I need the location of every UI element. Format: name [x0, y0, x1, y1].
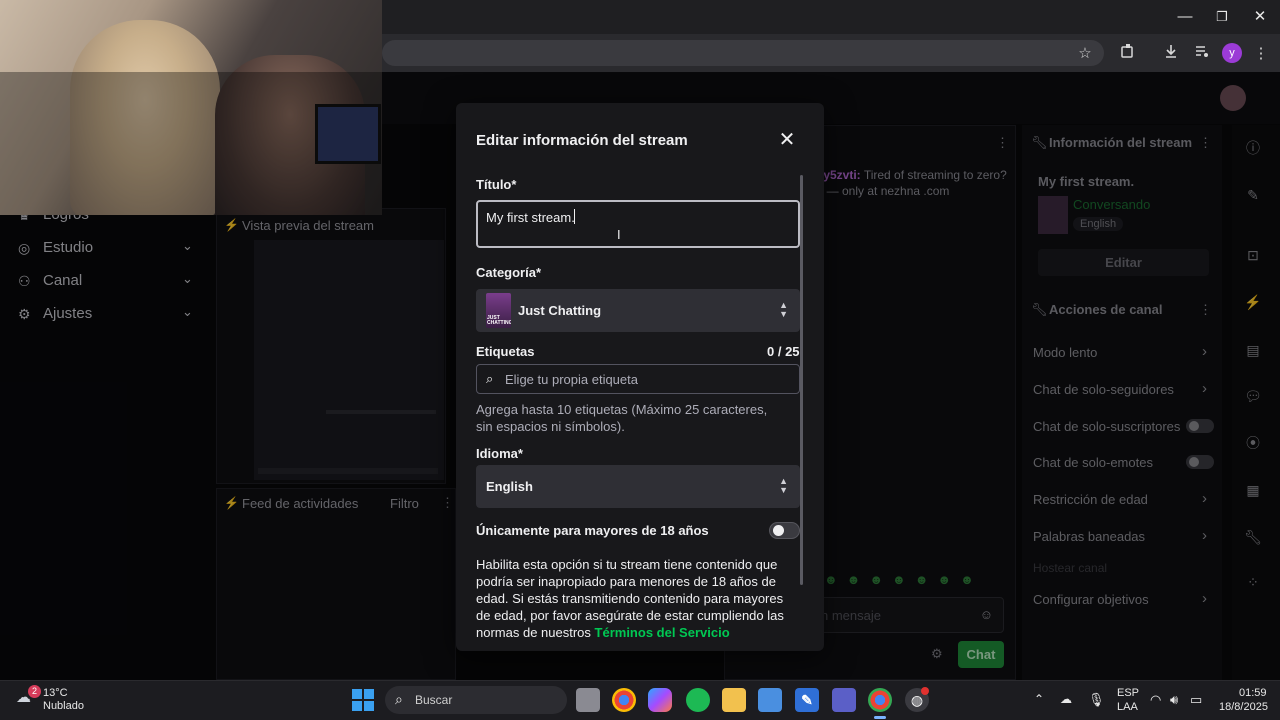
category-select[interactable]: JUST CHATTING Just Chatting ▲ ▼ [476, 289, 800, 332]
mature-help-text: Habilita esta opción si tu stream tiene … [476, 556, 800, 641]
language-select[interactable]: English ▲ ▼ [476, 465, 800, 508]
category-label: Categoría* [476, 265, 542, 280]
tags-help-text: Agrega hasta 10 etiquetas (Máximo 25 car… [476, 402, 768, 434]
search-icon: ⌕ [486, 371, 494, 386]
edit-stream-info-modal: Editar información del stream ✕ Título* … [456, 103, 824, 651]
title-label: Título* [476, 177, 517, 192]
mature-label: Únicamente para mayores de 18 años [476, 523, 709, 538]
search-icon: ⌕ [395, 691, 403, 707]
media-controls-icon[interactable] [1191, 43, 1213, 65]
pen-app-icon[interactable]: ✎ [795, 688, 819, 712]
close-icon[interactable]: ✕ [776, 129, 798, 151]
chrome-profile-icon[interactable] [868, 688, 892, 712]
tags-input[interactable]: ⌕ Elige tu propia etiqueta [476, 364, 800, 394]
chrome-icon[interactable] [612, 688, 636, 712]
text-cursor [574, 209, 575, 224]
download-icon[interactable] [1160, 43, 1182, 65]
select-arrows-icon: ▲ ▼ [779, 300, 788, 319]
bookmark-star-icon[interactable]: ☆ [1074, 43, 1096, 65]
close-window-button[interactable]: ✕ [1249, 6, 1271, 28]
battery-icon[interactable]: ▭ [1190, 692, 1202, 708]
category-thumbnail-text: JUST CHATTING [487, 315, 511, 326]
chevron-up-icon[interactable]: ⌃ [1034, 692, 1044, 706]
title-input-value: My first stream. [486, 210, 575, 225]
wifi-icon[interactable]: ◠ [1150, 692, 1161, 708]
extensions-icon[interactable] [1117, 43, 1139, 65]
minimize-button[interactable]: — [1174, 6, 1196, 28]
text-cursor-pointer-icon: I [617, 227, 621, 242]
tags-input-placeholder: Elige tu propia etiqueta [505, 372, 638, 387]
copilot-icon[interactable] [648, 688, 672, 712]
category-value: Just Chatting [518, 303, 602, 318]
title-input[interactable]: My first stream. [476, 200, 800, 248]
cloud-sync-icon[interactable]: ☁ [1060, 692, 1072, 706]
recording-indicator [921, 687, 929, 695]
address-bar[interactable] [382, 40, 1104, 66]
toggle-knob [773, 525, 784, 536]
microphone-icon[interactable]: 🎙︎ [1088, 692, 1105, 708]
file-explorer-icon[interactable] [722, 688, 746, 712]
language-secondary[interactable]: LAA [1117, 701, 1138, 713]
tos-link[interactable]: Términos del Servicio [595, 625, 730, 640]
clock-time[interactable]: 01:59 [1239, 687, 1267, 699]
category-thumbnail: JUST CHATTING [486, 293, 511, 328]
microsoft-store-icon[interactable] [758, 688, 782, 712]
task-view-icon[interactable] [576, 688, 600, 712]
restore-button[interactable]: ❐ [1211, 6, 1233, 28]
language-value: English [486, 479, 533, 494]
active-app-indicator [874, 716, 886, 719]
select-arrows-icon: ▲ ▼ [779, 476, 788, 495]
taskbar-search-placeholder: Buscar [415, 693, 453, 707]
volume-icon[interactable]: 🔊︎ [1170, 692, 1178, 708]
teams-icon[interactable] [832, 688, 856, 712]
modal-scrollbar[interactable] [800, 175, 803, 585]
modal-title: Editar información del stream [476, 132, 688, 149]
taskbar-search[interactable]: ⌕ Buscar [385, 686, 567, 714]
browser-menu-icon[interactable]: ⋮ [1250, 43, 1272, 65]
spotify-icon[interactable] [686, 688, 710, 712]
clock-date[interactable]: 18/8/2025 [1219, 701, 1268, 713]
language-label: Idioma* [476, 446, 523, 461]
language-primary[interactable]: ESP [1117, 687, 1139, 699]
weather-badge: 2 [28, 685, 41, 698]
weather-condition[interactable]: Nublado [43, 700, 84, 712]
tags-label: Etiquetas [476, 344, 535, 359]
profile-avatar[interactable]: y [1222, 43, 1242, 63]
tags-count: 0 / 25 [767, 344, 800, 359]
mature-toggle[interactable] [769, 522, 800, 539]
windows-start-icon[interactable] [352, 689, 374, 711]
temperature[interactable]: 13°C [43, 687, 68, 699]
